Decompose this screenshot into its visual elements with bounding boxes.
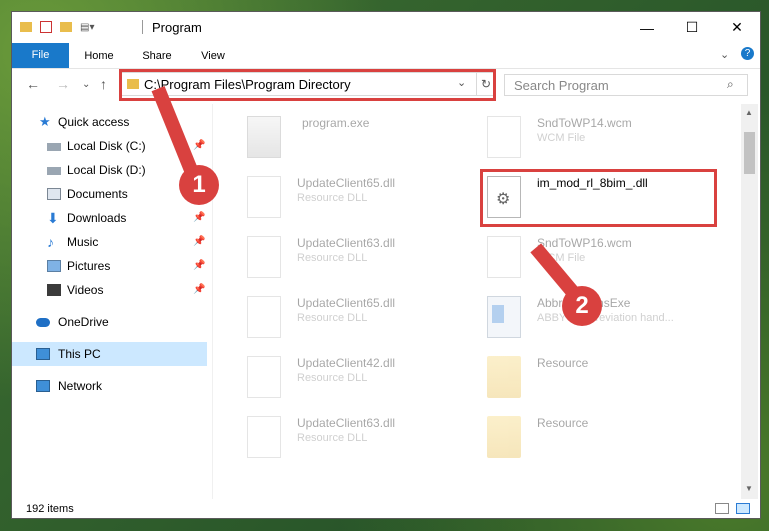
- search-box[interactable]: Search Program ⌕: [504, 74, 748, 96]
- search-input[interactable]: Search Program: [514, 78, 609, 93]
- sidebar-item-this-pc[interactable]: This PC: [12, 342, 207, 366]
- sidebar-item-documents[interactable]: Documents: [12, 182, 207, 206]
- properties-icon[interactable]: [40, 21, 52, 33]
- item-count: 192 items: [26, 503, 74, 515]
- details-view-icon[interactable]: [715, 503, 729, 514]
- music-icon: ♪: [47, 234, 54, 250]
- dll-icon: [247, 176, 281, 218]
- file-tile[interactable]: UpdateClient63.dll Resource DLL: [227, 408, 467, 464]
- back-icon[interactable]: ←: [26, 76, 40, 92]
- scroll-down-icon[interactable]: ▼: [745, 484, 753, 493]
- pin-icon[interactable]: 📌: [193, 134, 205, 158]
- vertical-scrollbar[interactable]: ▲ ▼: [741, 104, 758, 499]
- scrollbar-thumb[interactable]: [744, 132, 755, 174]
- folder-icon: [487, 356, 521, 398]
- tab-home[interactable]: Home: [82, 46, 116, 67]
- sidebar-item-music[interactable]: ♪ Music 📌: [12, 230, 207, 254]
- documents-icon: [47, 188, 61, 200]
- tab-view[interactable]: View: [198, 46, 228, 67]
- exe-icon: [247, 116, 281, 158]
- file-highlight-box: [480, 169, 717, 227]
- sidebar-item-onedrive[interactable]: OneDrive: [12, 310, 207, 334]
- sidebar-item-downloads[interactable]: ⬇ Downloads 📌: [12, 206, 207, 230]
- file-list: program.exe SndToWP14.wcm WCM File Updat…: [217, 104, 739, 499]
- help-icon[interactable]: ?: [741, 47, 754, 60]
- file-tile[interactable]: SndToWP14.wcm WCM File: [467, 108, 707, 164]
- step-badge-1: 1: [179, 165, 219, 205]
- pictures-icon: [47, 260, 61, 272]
- application-icon: [487, 296, 521, 338]
- recent-locations-icon[interactable]: ⌄: [82, 79, 90, 90]
- pin-icon[interactable]: 📌: [193, 206, 205, 230]
- navigation-pane: ★ Quick access Local Disk (C:) 📌 Local D…: [12, 104, 207, 499]
- customize-icon[interactable]: ▤▾: [80, 22, 94, 33]
- sidebar-item-pictures[interactable]: Pictures 📌: [12, 254, 207, 278]
- file-tile[interactable]: UpdateClient65.dll Resource DLL: [227, 288, 467, 344]
- up-icon[interactable]: ↑: [100, 76, 107, 92]
- folder-icon: [20, 22, 32, 32]
- drive-icon: [47, 143, 61, 151]
- folder-icon: [487, 416, 521, 458]
- drive-icon: [47, 167, 61, 175]
- large-icons-view-icon[interactable]: [736, 503, 750, 514]
- dll-icon: [247, 416, 281, 458]
- pin-icon[interactable]: 📌: [193, 254, 205, 278]
- computer-icon: [36, 348, 50, 360]
- maximize-button[interactable]: ☐: [669, 12, 715, 43]
- ribbon-tabs: File Home Share View ⌄ ?: [12, 43, 760, 69]
- file-tile[interactable]: UpdateClient63.dll Resource DLL: [227, 228, 467, 284]
- download-icon: ⬇: [47, 210, 59, 226]
- forward-icon[interactable]: →: [56, 76, 70, 92]
- dll-icon: [247, 236, 281, 278]
- pin-icon[interactable]: 📌: [193, 278, 205, 302]
- sidebar-item-local-disk-d[interactable]: Local Disk (D:): [12, 158, 207, 182]
- cloud-icon: [36, 318, 50, 327]
- scroll-up-icon[interactable]: ▲: [745, 108, 753, 117]
- title-bar: ▤▾ Program — ☐ ✕: [12, 12, 760, 43]
- tab-file[interactable]: File: [12, 43, 69, 68]
- file-tile[interactable]: SndToWP16.wcm WCM File: [467, 228, 707, 284]
- folder-tile[interactable]: Resource: [467, 348, 707, 404]
- close-button[interactable]: ✕: [714, 12, 760, 43]
- tab-share[interactable]: Share: [140, 46, 174, 67]
- file-tile[interactable]: program.exe: [227, 108, 467, 164]
- expand-ribbon-icon[interactable]: ⌄: [720, 48, 729, 61]
- file-tile[interactable]: UpdateClient65.dll Resource DLL: [227, 168, 467, 224]
- step-badge-2: 2: [562, 286, 602, 326]
- star-icon: ★: [39, 114, 51, 129]
- pane-divider: [212, 104, 213, 499]
- title-separator: [142, 20, 143, 34]
- folder-tile[interactable]: Resource: [467, 408, 707, 464]
- window-title: Program: [152, 20, 202, 35]
- search-icon[interactable]: ⌕: [727, 77, 734, 92]
- document-icon: [487, 236, 521, 278]
- network-icon: [36, 380, 50, 392]
- minimize-button[interactable]: —: [624, 12, 670, 43]
- file-tile[interactable]: UpdateClient42.dll Resource DLL: [227, 348, 467, 404]
- sidebar-item-network[interactable]: Network: [12, 374, 207, 398]
- sidebar-item-videos[interactable]: Videos 📌: [12, 278, 207, 302]
- quick-access-toolbar: ▤▾: [20, 18, 94, 36]
- dll-icon: [247, 356, 281, 398]
- document-icon: [487, 116, 521, 158]
- dll-icon: [247, 296, 281, 338]
- new-folder-icon[interactable]: [60, 22, 72, 32]
- pin-icon[interactable]: 📌: [193, 230, 205, 254]
- address-highlight-box: [119, 69, 496, 101]
- status-bar: 192 items: [12, 500, 760, 518]
- videos-icon: [47, 284, 61, 296]
